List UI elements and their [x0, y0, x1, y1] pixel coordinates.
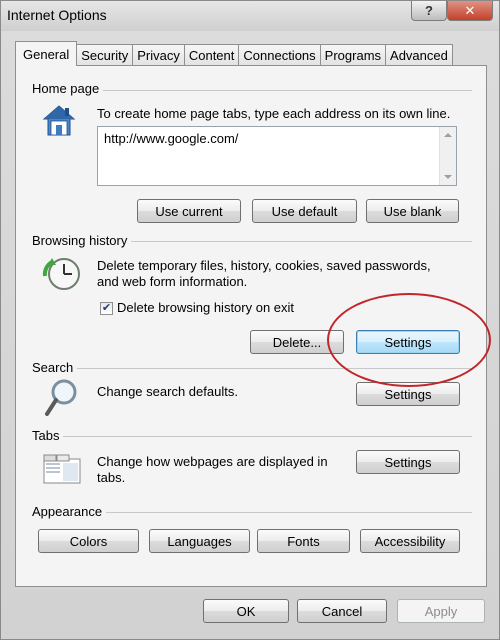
tabs-group-title: Tabs	[32, 428, 64, 443]
tab-security[interactable]: Security	[76, 44, 134, 66]
home-page-group-title: Home page	[32, 81, 104, 96]
help-button[interactable]: ?	[411, 1, 447, 21]
tab-strip: General Security Privacy Content Connect…	[15, 41, 453, 66]
tabs-description-line2: tabs.	[97, 470, 126, 485]
delete-on-exit-label[interactable]: Delete browsing history on exit	[117, 300, 294, 316]
url-field-scrollbar[interactable]	[439, 127, 456, 185]
browsing-history-description-line1: Delete temporary files, history, cookies…	[97, 258, 431, 273]
magnifier-icon	[45, 379, 77, 416]
scroll-down-icon[interactable]	[444, 175, 452, 179]
window-title: Internet Options	[7, 7, 107, 23]
cancel-button[interactable]: Cancel	[297, 599, 387, 623]
highlight-circle-annotation	[327, 293, 491, 387]
scroll-up-icon[interactable]	[444, 133, 452, 137]
use-current-button[interactable]: Use current	[137, 199, 241, 223]
appearance-group-title: Appearance	[32, 504, 107, 519]
use-blank-button[interactable]: Use blank	[366, 199, 459, 223]
tabs-divider	[32, 436, 472, 437]
tab-advanced[interactable]: Advanced	[385, 44, 453, 66]
tab-general[interactable]: General	[15, 41, 78, 66]
colors-button[interactable]: Colors	[38, 529, 139, 553]
tab-content[interactable]: Content	[183, 44, 240, 66]
fonts-button[interactable]: Fonts	[257, 529, 350, 553]
tab-connections[interactable]: Connections	[238, 44, 321, 66]
close-button[interactable]: ✕	[447, 1, 493, 21]
accessibility-button[interactable]: Accessibility	[360, 529, 460, 553]
home-page-url-field[interactable]: http://www.google.com/	[97, 126, 457, 186]
title-bar[interactable]: Internet Options ? ✕	[1, 1, 499, 31]
browsing-history-group-title: Browsing history	[32, 233, 132, 248]
browsing-history-description-line2: and web form information.	[97, 274, 248, 289]
home-page-url-value: http://www.google.com/	[104, 131, 239, 146]
ok-button[interactable]: OK	[203, 599, 289, 623]
tabs-description-line1: Change how webpages are displayed in	[97, 454, 328, 469]
history-clock-icon	[42, 258, 80, 290]
home-page-description: To create home page tabs, type each addr…	[97, 106, 451, 121]
search-description: Change search defaults.	[97, 384, 238, 399]
home-icon	[42, 105, 76, 136]
languages-button[interactable]: Languages	[149, 529, 250, 553]
search-group-title: Search	[32, 360, 78, 375]
tab-programs[interactable]: Programs	[319, 44, 387, 66]
tabs-window-icon	[43, 454, 81, 484]
use-default-button[interactable]: Use default	[252, 199, 357, 223]
internet-options-window: Internet Options ? ✕ General Security Pr…	[0, 0, 500, 640]
tab-privacy[interactable]: Privacy	[132, 44, 185, 66]
delete-on-exit-checkbox[interactable]: ✔	[100, 302, 113, 315]
tabs-settings-button[interactable]: Settings	[356, 450, 460, 474]
apply-button[interactable]: Apply	[397, 599, 485, 623]
